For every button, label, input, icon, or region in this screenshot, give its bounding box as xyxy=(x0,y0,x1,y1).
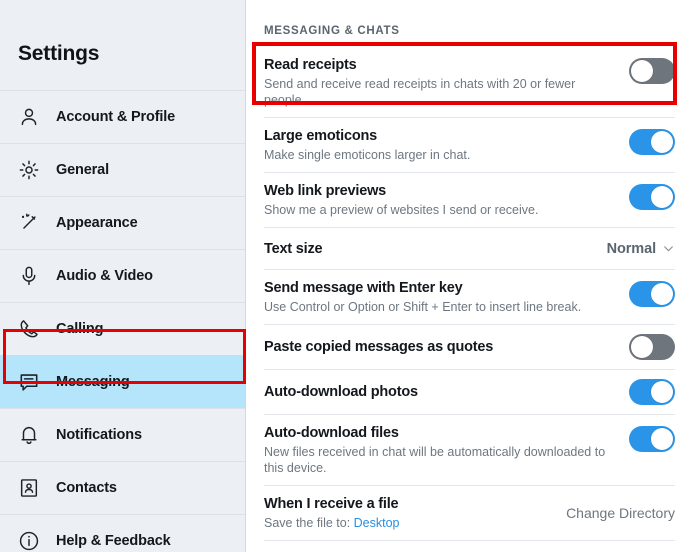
toggle-knob xyxy=(651,131,673,153)
sidebar-item-label: Messaging xyxy=(56,374,130,390)
sidebar-item-label: Calling xyxy=(56,321,104,337)
sidebar-item-account-profile[interactable]: Account & Profile xyxy=(0,90,245,143)
setting-title: Auto-download photos xyxy=(264,384,418,400)
gear-icon xyxy=(16,157,42,183)
row-texts: When I receive a file Save the file to: … xyxy=(264,495,566,531)
bell-icon xyxy=(16,422,42,448)
sidebar-item-label: Appearance xyxy=(56,215,138,231)
sidebar-item-label: Audio & Video xyxy=(56,268,153,284)
section-heading: MESSAGING & CHATS xyxy=(264,25,400,37)
setting-title: When I receive a file xyxy=(264,496,399,512)
change-directory-button[interactable]: Change Directory xyxy=(566,505,675,521)
setting-description: Show me a preview of websites I send or … xyxy=(264,203,539,217)
contact-card-icon xyxy=(16,475,42,501)
sidebar-item-help-feedback[interactable]: Help & Feedback xyxy=(0,514,245,552)
microphone-icon xyxy=(16,263,42,289)
setting-title: Paste copied messages as quotes xyxy=(264,339,494,355)
text-size-dropdown[interactable]: Normal xyxy=(607,241,675,257)
row-texts: Large emoticons Make single emoticons la… xyxy=(264,127,629,163)
sidebar-item-messaging[interactable]: Messaging xyxy=(0,355,245,408)
row-texts: Read receipts Send and receive read rece… xyxy=(264,56,629,108)
toggle-send-with-enter[interactable] xyxy=(629,281,675,307)
setting-description: Use Control or Option or Shift + Enter t… xyxy=(264,300,582,314)
sidebar-item-label: Help & Feedback xyxy=(56,533,171,549)
person-icon xyxy=(16,104,42,130)
row-texts: Web link previews Show me a preview of w… xyxy=(264,182,629,218)
setting-description: New files received in chat will be autom… xyxy=(264,445,606,475)
sidebar-item-calling[interactable]: Calling xyxy=(0,302,245,355)
setting-title: Text size xyxy=(264,240,323,257)
setting-title: Read receipts xyxy=(264,57,357,73)
toggle-knob xyxy=(651,186,673,208)
sidebar-item-contacts[interactable]: Contacts xyxy=(0,461,245,514)
setting-row-send-with-enter[interactable]: Send message with Enter key Use Control … xyxy=(264,270,675,325)
setting-row-large-emoticons[interactable]: Large emoticons Make single emoticons la… xyxy=(264,118,675,173)
setting-description: Send and receive read receipts in chats … xyxy=(264,77,576,107)
setting-row-auto-download-files[interactable]: Auto-download files New files received i… xyxy=(264,415,675,486)
row-texts: Send message with Enter key Use Control … xyxy=(264,279,629,315)
setting-description: Save the file to: Desktop xyxy=(264,515,554,531)
setting-title: Web link previews xyxy=(264,183,387,199)
sidebar-item-appearance[interactable]: Appearance xyxy=(0,196,245,249)
setting-row-text-size[interactable]: Text size Normal xyxy=(264,228,675,270)
setting-row-when-receive-file[interactable]: When I receive a file Save the file to: … xyxy=(264,486,675,541)
save-location-link[interactable]: Desktop xyxy=(354,516,400,530)
sidebar-item-audio-video[interactable]: Audio & Video xyxy=(0,249,245,302)
sidebar-item-label: Notifications xyxy=(56,427,142,443)
settings-window: Settings Account & Profile General Appea… xyxy=(0,0,693,552)
setting-row-web-link-previews[interactable]: Web link previews Show me a preview of w… xyxy=(264,173,675,228)
toggle-auto-download-files[interactable] xyxy=(629,426,675,452)
phone-icon xyxy=(16,316,42,342)
toggle-knob xyxy=(651,381,673,403)
sidebar-item-label: Account & Profile xyxy=(56,109,176,125)
info-circle-icon xyxy=(16,528,42,552)
toggle-read-receipts[interactable] xyxy=(629,58,675,84)
setting-row-auto-download-photos[interactable]: Auto-download photos xyxy=(264,370,675,415)
sidebar: Settings Account & Profile General Appea… xyxy=(0,0,246,552)
toggle-knob xyxy=(631,336,653,358)
chat-bubble-icon xyxy=(16,369,42,395)
text-size-value: Normal xyxy=(606,240,656,257)
setting-description: Make single emoticons larger in chat. xyxy=(264,148,471,162)
chevron-down-icon xyxy=(662,242,675,255)
sidebar-item-notifications[interactable]: Notifications xyxy=(0,408,245,461)
toggle-paste-as-quotes[interactable] xyxy=(629,334,675,360)
sidebar-item-general[interactable]: General xyxy=(0,143,245,196)
row-texts: Auto-download photos xyxy=(264,381,629,403)
toggle-large-emoticons[interactable] xyxy=(629,129,675,155)
setting-title: Send message with Enter key xyxy=(264,280,463,296)
setting-title: Auto-download files xyxy=(264,425,399,441)
save-location-prefix: Save the file to: xyxy=(264,516,354,530)
toggle-knob xyxy=(651,428,673,450)
setting-row-read-receipts[interactable]: Read receipts Send and receive read rece… xyxy=(264,47,675,118)
toggle-auto-download-photos[interactable] xyxy=(629,379,675,405)
row-texts: Text size xyxy=(264,238,607,260)
setting-row-paste-as-quotes[interactable]: Paste copied messages as quotes xyxy=(264,325,675,370)
page-title: Settings xyxy=(18,42,100,65)
toggle-knob xyxy=(631,60,653,82)
sidebar-item-label: Contacts xyxy=(56,480,117,496)
setting-title: Large emoticons xyxy=(264,128,378,144)
toggle-knob xyxy=(651,283,673,305)
row-texts: Auto-download files New files received i… xyxy=(264,424,629,476)
sidebar-item-label: General xyxy=(56,162,109,178)
main-panel: MESSAGING & CHATS Read receipts Send and… xyxy=(246,0,693,552)
toggle-web-link-previews[interactable] xyxy=(629,184,675,210)
row-texts: Paste copied messages as quotes xyxy=(264,336,629,358)
magic-wand-icon xyxy=(16,210,42,236)
